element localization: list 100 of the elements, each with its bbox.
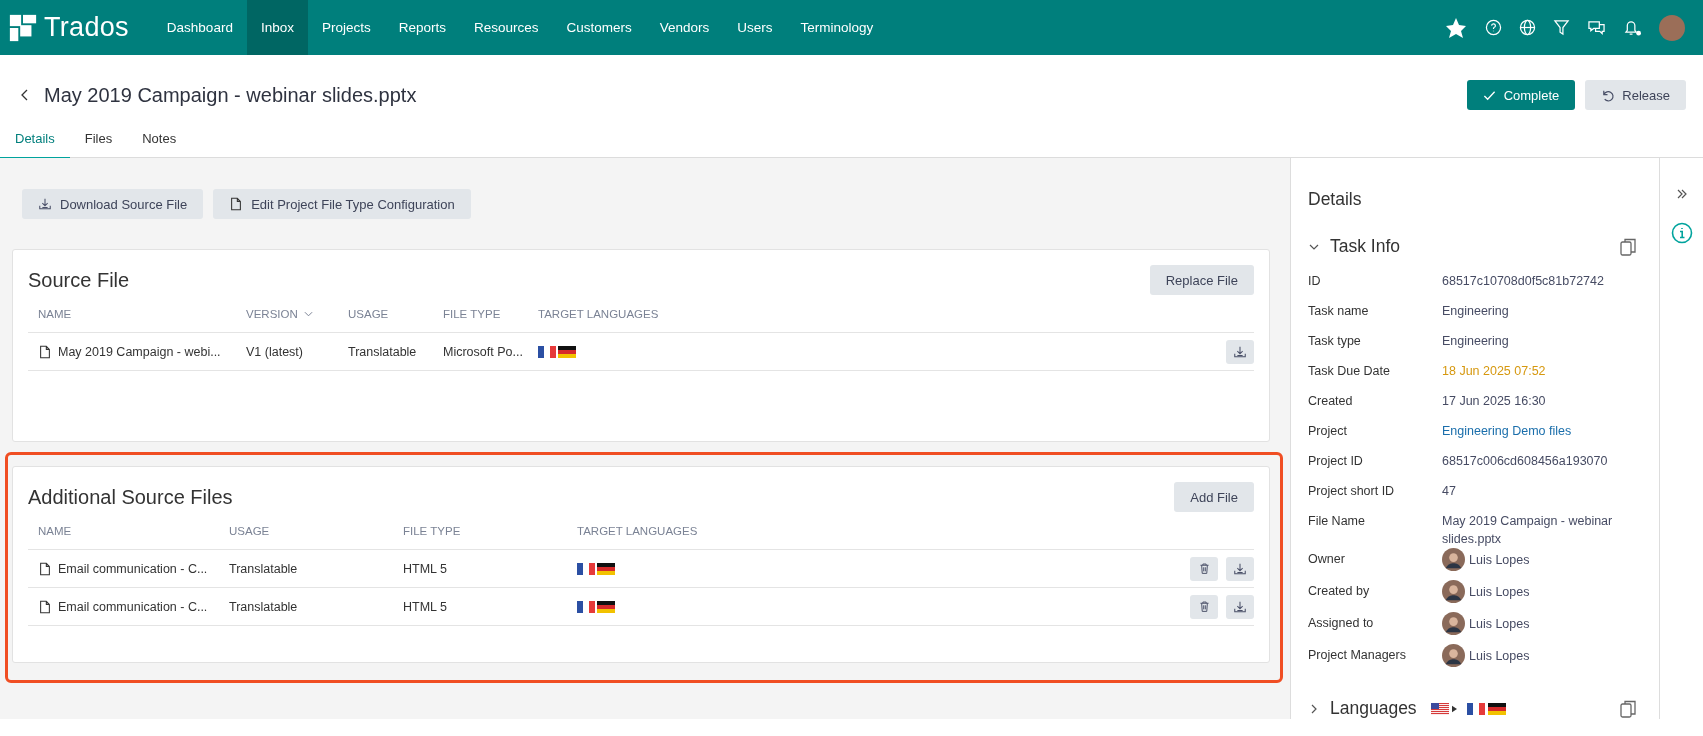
usage-cell-text: Translatable [228, 599, 299, 614]
section-title: Source File [28, 268, 130, 292]
nav-item[interactable]: Resources [460, 0, 553, 55]
download-icon [38, 197, 52, 211]
field-label: Project short ID [1308, 484, 1396, 498]
flag-icon [1488, 702, 1507, 715]
tab[interactable]: Notes [127, 121, 192, 160]
page-title: May 2019 Campaign - webinar slides.pptx [44, 83, 417, 107]
logo-icon [8, 12, 38, 43]
flag-icon [558, 345, 576, 358]
flag-icon [538, 345, 556, 358]
avatar [1442, 548, 1465, 571]
download-icon [1233, 344, 1247, 359]
project-link[interactable]: Engineering Demo files [1442, 422, 1659, 444]
field-label: Owner [1308, 552, 1346, 566]
bell-icon[interactable] [1623, 19, 1642, 36]
file-type-cell-text: HTML 5 [402, 561, 448, 576]
chat-icon[interactable] [1587, 19, 1606, 36]
file-type-cell-text: Microsoft Po... [442, 344, 524, 359]
usage-cell-text: Translatable [347, 344, 418, 359]
avatar [1442, 612, 1465, 635]
field-value: Engineering [1442, 303, 1510, 320]
flag-icon [577, 562, 595, 575]
field-value: Engineering [1442, 333, 1510, 350]
flag-icon [597, 600, 615, 613]
column-header: USAGE [228, 524, 271, 539]
nav-item[interactable]: Inbox [246, 0, 308, 55]
field-value: 68517c006cd608456a193070 [1442, 453, 1609, 470]
nav-item[interactable]: Reports [384, 0, 460, 55]
tab[interactable]: Files [69, 121, 128, 160]
person-name: Luis Lopes [1469, 648, 1530, 663]
column-header: NAME [37, 524, 73, 539]
avatar [1442, 580, 1465, 603]
flag-icon [1430, 702, 1449, 715]
trash-icon [1197, 600, 1211, 613]
column-header: FILE TYPE [442, 307, 502, 322]
field-label: Task Due Date [1308, 364, 1391, 378]
nav-item[interactable]: Users [723, 0, 787, 55]
column-header: NAME [37, 307, 73, 322]
complete-button[interactable]: Complete [1466, 80, 1576, 110]
column-header: USAGE [347, 307, 390, 322]
download-icon [1233, 561, 1247, 576]
field-value: 47 [1442, 483, 1457, 500]
download-icon [1233, 599, 1247, 614]
delete-button[interactable] [1190, 594, 1218, 619]
trash-icon [1197, 562, 1211, 575]
field-value: 17 Jun 2025 16:30 [1442, 393, 1547, 410]
field-label: Project ID [1308, 454, 1364, 468]
undo-icon [1601, 88, 1615, 102]
panel-title: Details [1308, 189, 1363, 210]
file-name-cell: Email communication - C... [28, 599, 219, 614]
field-label: File Name [1308, 514, 1366, 528]
back-icon[interactable] [20, 89, 30, 101]
avatar [1442, 644, 1465, 667]
download-source-button[interactable]: Download Source File [22, 189, 204, 219]
document-icon [229, 197, 244, 211]
delete-button[interactable] [1190, 556, 1218, 581]
arrow-icon [1451, 704, 1457, 713]
file-name-cell: Email communication - C... [28, 561, 219, 576]
presentation-file-icon [38, 344, 52, 359]
copy-icon[interactable] [1619, 698, 1639, 719]
sort-caret-icon [303, 311, 313, 317]
field-label: Project Managers [1308, 648, 1407, 662]
file-name-cell: May 2019 Campaign - webi... [28, 344, 236, 359]
person-name: Luis Lopes [1469, 584, 1530, 599]
document-icon [38, 561, 52, 576]
help-icon[interactable] [1485, 19, 1502, 36]
person-name: Luis Lopes [1469, 616, 1530, 631]
nav-item[interactable]: Customers [552, 0, 646, 55]
logo-text: Trados [44, 12, 129, 43]
field-label: Assigned to [1308, 616, 1375, 630]
field-value: May 2019 Campaign - webinar slides.pptx [1442, 513, 1614, 548]
replace-file-button[interactable]: Replace File [1149, 265, 1254, 295]
field-value: 68517c10708d0f5c81b72742 [1442, 273, 1605, 290]
download-button[interactable] [1226, 556, 1254, 581]
globe-icon[interactable] [1519, 19, 1536, 36]
usage-cell-text: Translatable [228, 561, 299, 576]
field-label: Task type [1308, 334, 1362, 348]
field-label: ID [1308, 274, 1322, 288]
nav-item[interactable]: Terminology [786, 0, 888, 55]
flag-icon [1467, 702, 1486, 715]
download-button[interactable] [1226, 594, 1254, 619]
section-title: Languages [1330, 698, 1417, 719]
download-button[interactable] [1226, 339, 1254, 364]
nav-item[interactable]: Dashboard [152, 0, 247, 55]
column-header[interactable]: VERSION [236, 295, 338, 332]
nav-item[interactable]: Vendors [645, 0, 724, 55]
collapse-icon[interactable] [1675, 188, 1688, 200]
filter-icon[interactable] [1553, 19, 1570, 36]
column-header: TARGET LANGUAGES [576, 524, 699, 539]
field-label: Created by [1308, 584, 1371, 598]
field-label: Created [1308, 394, 1354, 408]
add-file-button[interactable]: Add File [1174, 482, 1254, 512]
nav-item[interactable]: Projects [307, 0, 385, 55]
field-label: Project [1308, 424, 1348, 438]
edit-configuration-button[interactable]: Edit Project File Type Configuration [213, 189, 471, 219]
copy-icon[interactable] [1619, 236, 1639, 257]
info-icon[interactable] [1670, 222, 1693, 244]
release-button[interactable]: Release [1585, 80, 1686, 110]
section-title: Additional Source Files [28, 485, 233, 509]
